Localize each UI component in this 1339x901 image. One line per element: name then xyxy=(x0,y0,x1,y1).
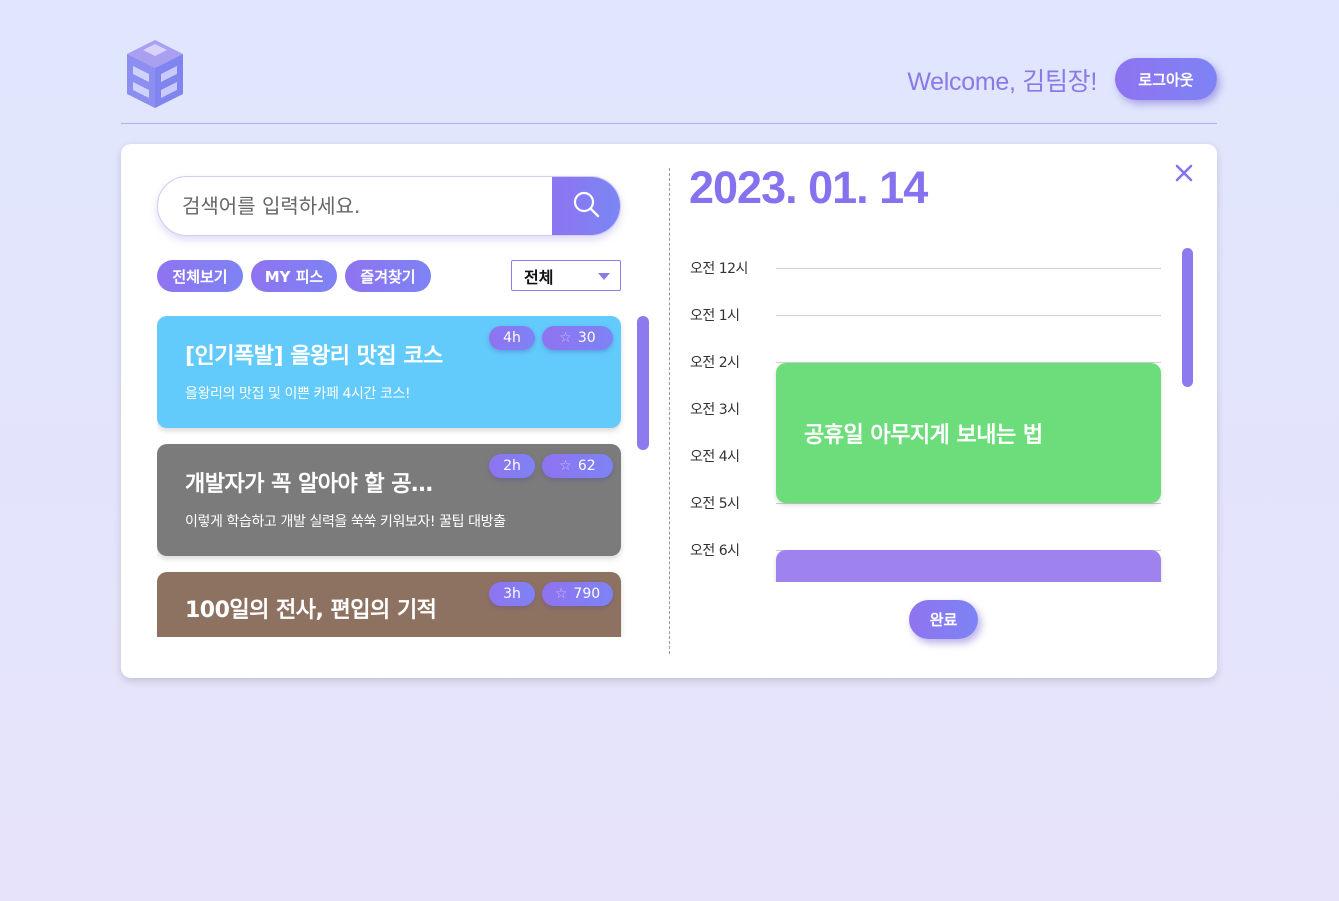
filter-my-piece-button[interactable]: MY 피스 xyxy=(251,260,337,292)
course-title: 개발자가 꼭 알아야 할 공… xyxy=(185,472,433,497)
duration-badge: 4h xyxy=(489,326,535,350)
star-count-badge[interactable]: ☆ 30 xyxy=(542,326,613,350)
star-count: 790 xyxy=(573,586,601,602)
search-icon xyxy=(571,189,601,223)
close-icon xyxy=(1174,163,1194,187)
hour-label: 오전 2시 xyxy=(690,355,740,371)
schedule-timeline: 오전 12시 오전 1시 오전 2시 오전 3시 오전 4시 오전 5시 오전 … xyxy=(689,248,1169,582)
hour-label: 오전 5시 xyxy=(690,496,740,512)
logout-button[interactable]: 로그아웃 xyxy=(1115,58,1217,100)
star-count-badge[interactable]: ☆ 62 xyxy=(542,454,613,478)
done-button[interactable]: 완료 xyxy=(909,600,978,639)
star-count: 62 xyxy=(577,458,596,474)
timeline-scrollbar[interactable] xyxy=(1182,248,1193,387)
event-title: 공휴일 아무지게 보내는 법 xyxy=(804,423,1043,448)
course-title: 100일의 전사, 편입의 기적 xyxy=(185,598,437,623)
course-description: 을왕리의 맛집 및 이쁜 카페 4시간 코스! xyxy=(185,386,411,402)
course-list-scrollbar[interactable] xyxy=(637,316,649,450)
course-card[interactable]: 개발자가 꼭 알아야 할 공… 이렇게 학습하고 개발 실력을 쑥쑥 키워보자!… xyxy=(157,444,621,556)
welcome-text: Welcome, 김팀장! xyxy=(907,68,1097,96)
filter-all-button[interactable]: 전체보기 xyxy=(157,260,243,292)
category-select[interactable]: 전체 xyxy=(511,260,621,291)
schedule-event[interactable] xyxy=(776,550,1161,582)
search-button[interactable] xyxy=(552,177,620,235)
schedule-date: 2023. 01. 14 xyxy=(689,162,928,213)
hour-label: 오전 3시 xyxy=(690,402,740,418)
chevron-down-icon xyxy=(598,273,610,280)
search-input[interactable] xyxy=(158,177,554,235)
course-card[interactable]: 100일의 전사, 편입의 기적 3h ☆ 790 xyxy=(157,572,621,637)
hour-line xyxy=(776,268,1161,269)
search-bar xyxy=(157,176,621,236)
hour-label: 오전 4시 xyxy=(690,449,740,465)
filter-favorites-button[interactable]: 즐겨찾기 xyxy=(345,260,431,292)
star-icon: ☆ xyxy=(559,330,572,346)
duration-badge: 2h xyxy=(489,454,535,478)
category-select-value: 전체 xyxy=(524,267,554,287)
star-count-badge[interactable]: ☆ 790 xyxy=(542,582,613,606)
hour-label: 오전 6시 xyxy=(690,543,740,559)
main-panel: 전체보기 MY 피스 즐겨찾기 전체 [인기폭발] 을왕리 맛집 코스 을왕리의… xyxy=(121,144,1217,678)
course-list: [인기폭발] 을왕리 맛집 코스 을왕리의 맛집 및 이쁜 카페 4시간 코스!… xyxy=(157,316,627,637)
hour-label: 오전 12시 xyxy=(690,261,748,277)
star-icon: ☆ xyxy=(559,458,572,474)
header: Welcome, 김팀장! 로그아웃 xyxy=(121,30,1217,124)
course-title: [인기폭발] 을왕리 맛집 코스 xyxy=(185,344,443,369)
course-description: 이렇게 학습하고 개발 실력을 쑥쑥 키워보자! 꿀팁 대방출 xyxy=(185,514,506,530)
close-button[interactable] xyxy=(1171,162,1197,188)
hour-label: 오전 1시 xyxy=(690,308,740,324)
cube-logo-icon[interactable] xyxy=(123,38,187,110)
course-card[interactable]: [인기폭발] 을왕리 맛집 코스 을왕리의 맛집 및 이쁜 카페 4시간 코스!… xyxy=(157,316,621,428)
schedule-event[interactable]: 공휴일 아무지게 보내는 법 xyxy=(776,363,1161,503)
star-count: 30 xyxy=(577,330,596,346)
hour-line xyxy=(776,315,1161,316)
duration-badge: 3h xyxy=(489,582,535,606)
star-icon: ☆ xyxy=(554,586,568,602)
divider xyxy=(669,168,670,654)
hour-line xyxy=(776,503,1161,504)
